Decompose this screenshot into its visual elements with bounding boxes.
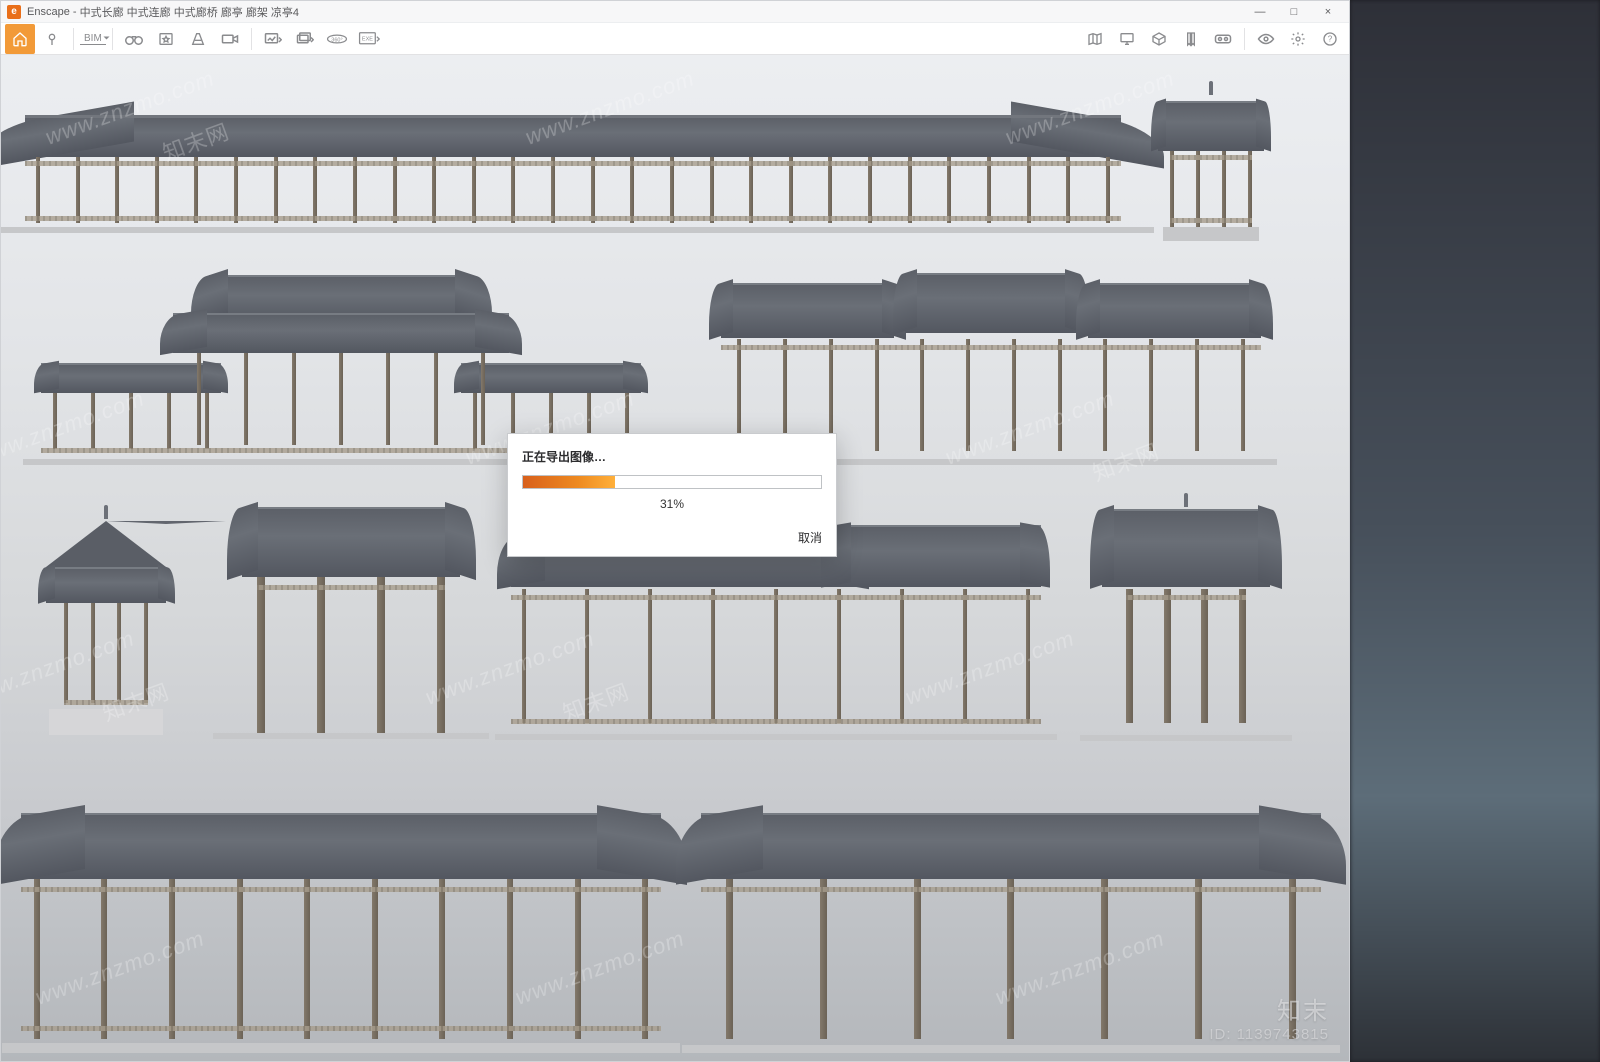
video-button[interactable] [215, 24, 245, 54]
home-button[interactable] [5, 24, 35, 54]
pin-icon [44, 31, 60, 47]
panorama-icon: 360° [326, 31, 348, 47]
progress-percent: 31% [522, 497, 822, 511]
bim-dropdown[interactable]: BIM [80, 33, 106, 45]
perspective-icon [190, 31, 206, 47]
minimize-button[interactable]: — [1243, 1, 1277, 23]
titlebar: e Enscape - 中式长廊 中式连廊 中式廊桥 廊亭 廊架 凉亭4 — □… [1, 1, 1349, 23]
pin-button[interactable] [37, 24, 67, 54]
bookmark-icon [1183, 31, 1199, 47]
export-batch-button[interactable] [290, 24, 320, 54]
svg-text:EXE: EXE [362, 36, 373, 42]
help-icon: ? [1322, 31, 1338, 47]
model-hall-corridor [511, 535, 1041, 740]
map-button[interactable] [1080, 24, 1110, 54]
app-icon: e [7, 5, 21, 19]
vr-icon [1214, 32, 1232, 46]
app-window: e Enscape - 中式长廊 中式连廊 中式廊桥 廊亭 廊架 凉亭4 — □… [0, 0, 1350, 1062]
settings-button[interactable] [1283, 24, 1313, 54]
visibility-button[interactable] [1251, 24, 1281, 54]
binoculars-button[interactable] [119, 24, 149, 54]
map-icon [1087, 31, 1103, 47]
close-button[interactable]: × [1311, 1, 1345, 23]
vr-button[interactable] [1208, 24, 1238, 54]
model-hip-pavilion [1086, 503, 1286, 741]
binoculars-icon [125, 32, 143, 46]
model-corridor-left [21, 813, 661, 1053]
export-image-button[interactable] [258, 24, 288, 54]
model-long-corridor [25, 115, 1121, 233]
help-button[interactable]: ? [1315, 24, 1345, 54]
corner-brand-text: 知末 [1209, 991, 1329, 1026]
export-progress-dialog: 正在导出图像… 31% 取消 [507, 433, 837, 557]
corner-watermark: 知末 ID: 1139743815 [1209, 991, 1329, 1043]
box-icon [1151, 31, 1167, 47]
favorites-icon [158, 31, 174, 47]
svg-text:?: ? [1328, 34, 1333, 43]
monitor-button[interactable] [1112, 24, 1142, 54]
cancel-button[interactable]: 取消 [798, 531, 822, 545]
panorama-360-button[interactable]: 360° [322, 24, 352, 54]
maximize-button[interactable]: □ [1277, 1, 1311, 23]
model-hex-pavilion [31, 515, 181, 735]
favorites-button[interactable] [151, 24, 181, 54]
corner-id-text: ID: 1139743815 [1209, 1026, 1329, 1043]
svg-text:360°: 360° [331, 37, 342, 43]
titlebar-app-name: Enscape [27, 6, 70, 18]
progress-bar [522, 475, 822, 489]
export-image-icon [264, 31, 282, 47]
titlebar-separator: - [70, 6, 80, 18]
eye-icon [1257, 32, 1275, 46]
render-viewport[interactable]: www.znzmo.com www.znzmo.com www.znzmo.co… [1, 55, 1349, 1061]
titlebar-document-name: 中式长廊 中式连廊 中式廊桥 廊亭 廊架 凉亭4 [80, 4, 299, 20]
progress-fill [523, 476, 615, 488]
video-icon [221, 32, 239, 46]
gear-icon [1290, 31, 1306, 47]
model-gateway [221, 507, 481, 739]
box-button[interactable] [1144, 24, 1174, 54]
bookmark-button[interactable] [1176, 24, 1206, 54]
export-batch-icon [296, 31, 314, 47]
perspective-button[interactable] [183, 24, 213, 54]
toolbar: BIM 360° EXE [1, 23, 1349, 55]
exe-icon: EXE [358, 31, 380, 47]
model-square-pavilion-1 [1151, 93, 1271, 241]
desktop-background [1350, 0, 1600, 1062]
home-icon [12, 31, 28, 47]
monitor-icon [1119, 31, 1135, 47]
dialog-title: 正在导出图像… [522, 448, 822, 465]
export-exe-button[interactable]: EXE [354, 24, 384, 54]
